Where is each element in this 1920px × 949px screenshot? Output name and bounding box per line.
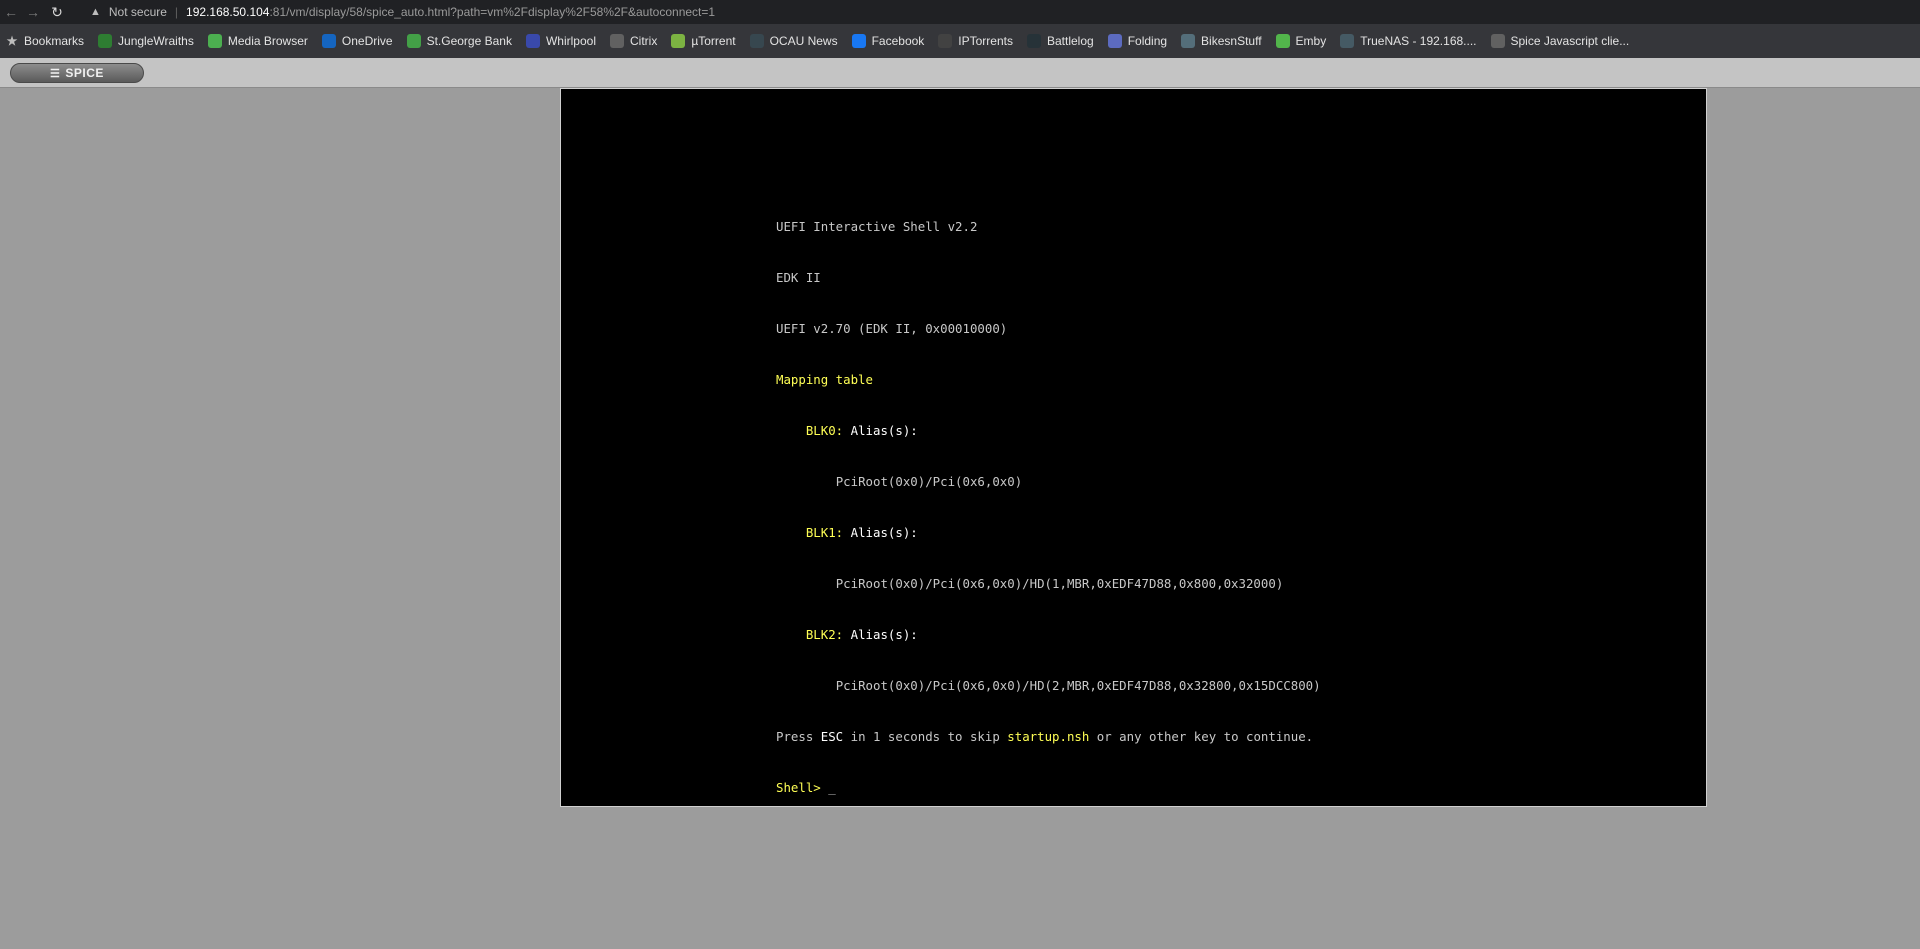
bookmark-item[interactable]: St.George Bank xyxy=(406,34,512,48)
jungle-icon xyxy=(98,34,113,48)
bookmark-item[interactable]: Whirlpool xyxy=(525,34,596,48)
bookmark-label: TrueNAS - 192.168.... xyxy=(1360,34,1477,48)
bookmark-label: Citrix xyxy=(629,34,658,48)
console-line: BLK2: Alias(s): xyxy=(805,627,918,642)
bookmark-label: OneDrive xyxy=(341,34,393,48)
bank-icon xyxy=(406,34,421,48)
spice-toolbar: ☰ SPICE xyxy=(0,58,1920,88)
console-line: PciRoot(0x0)/Pci(0x6,0x0)/HD(1,MBR,0xEDF… xyxy=(835,576,1284,591)
warning-icon: ▲ xyxy=(90,6,101,18)
cloud-icon xyxy=(321,34,336,48)
bookmark-item[interactable]: Spice Javascript clie... xyxy=(1490,34,1630,48)
forward-arrow-icon[interactable]: → xyxy=(22,1,44,23)
media-icon xyxy=(207,34,222,48)
globe-icon xyxy=(1490,34,1505,48)
vm-display[interactable]: UEFI Interactive Shell v2.2 EDK II UEFI … xyxy=(560,88,1707,807)
reload-icon[interactable]: ↻ xyxy=(46,1,68,23)
bookmark-item[interactable]: Media Browser xyxy=(207,34,308,48)
console-line: EDK II xyxy=(776,270,821,285)
ocau-icon xyxy=(749,34,764,48)
bookmark-label: OCAU News xyxy=(769,34,838,48)
folding-icon xyxy=(1107,34,1122,48)
bookmark-item[interactable]: JungleWraiths xyxy=(98,34,194,48)
bookmark-label: Bookmarks xyxy=(24,34,85,48)
bookmark-item[interactable]: Folding xyxy=(1107,34,1168,48)
bikes-icon xyxy=(1181,34,1196,48)
menu-icon: ☰ xyxy=(50,67,61,80)
console-line: Press ESC in 1 seconds to skip startup.n… xyxy=(776,729,1314,744)
address-bar-row: ← → ↻ ▲ Not secure | 192.168.50.104 :81/… xyxy=(0,0,1920,24)
text-cursor: _ xyxy=(828,780,836,795)
torrent-icon xyxy=(671,34,686,48)
url-separator: | xyxy=(174,5,179,19)
bookmark-item[interactable]: µTorrent xyxy=(671,34,736,48)
bookmark-label: Media Browser xyxy=(227,34,308,48)
citrix-icon xyxy=(609,34,624,48)
bookmark-label: Battlelog xyxy=(1046,34,1094,48)
truenas-icon xyxy=(1340,34,1355,48)
spice-button-label: SPICE xyxy=(65,66,104,80)
console-line: UEFI v2.70 (EDK II, 0x00010000) xyxy=(776,321,1008,336)
console-line: PciRoot(0x0)/Pci(0x6,0x0)/HD(2,MBR,0xEDF… xyxy=(835,678,1321,693)
bookmark-item[interactable]: ★ Bookmarks xyxy=(6,34,84,48)
bookmark-item[interactable]: TrueNAS - 192.168.... xyxy=(1340,34,1477,48)
bookmark-item[interactable]: BikesnStuff xyxy=(1181,34,1262,48)
console-line: PciRoot(0x0)/Pci(0x6,0x0) xyxy=(835,474,1023,489)
bookmark-item[interactable]: Emby xyxy=(1275,34,1327,48)
emby-icon xyxy=(1275,34,1290,48)
whirlpool-icon xyxy=(525,34,540,48)
back-arrow-icon[interactable]: ← xyxy=(0,1,22,23)
bookmark-label: JungleWraiths xyxy=(118,34,194,48)
console-line: BLK0: Alias(s): xyxy=(805,423,918,438)
url-path: :81/vm/display/58/spice_auto.html?path=v… xyxy=(269,5,716,19)
bookmark-label: µTorrent xyxy=(691,34,736,48)
console-line: UEFI Interactive Shell v2.2 xyxy=(776,219,978,234)
bookmark-label: Whirlpool xyxy=(545,34,596,48)
bookmark-label: Folding xyxy=(1127,34,1168,48)
bookmark-label: St.George Bank xyxy=(426,34,512,48)
bookmark-item[interactable]: Battlelog xyxy=(1026,34,1094,48)
console-line: BLK1: Alias(s): xyxy=(805,525,918,540)
battlelog-icon xyxy=(1026,34,1041,48)
not-secure-label: Not secure xyxy=(108,5,167,19)
facebook-icon xyxy=(851,34,866,48)
bookmark-label: Spice Javascript clie... xyxy=(1510,34,1630,48)
bookmark-item[interactable]: Citrix xyxy=(609,34,658,48)
bookmark-item[interactable]: IPTorrents xyxy=(938,34,1013,48)
bookmarks-bar: ★ Bookmarks JungleWraiths Media Browser OneD… xyxy=(0,24,1920,58)
spice-menu-button[interactable]: ☰ SPICE xyxy=(10,63,144,83)
ipt-icon xyxy=(938,34,953,48)
bookmark-label: BikesnStuff xyxy=(1201,34,1262,48)
url-bar[interactable]: ▲ Not secure | 192.168.50.104 :81/vm/dis… xyxy=(90,0,715,24)
uefi-console: UEFI Interactive Shell v2.2 EDK II UEFI … xyxy=(776,184,1321,830)
console-prompt-line: Shell> _ xyxy=(776,780,836,795)
bookmark-item[interactable]: OneDrive xyxy=(321,34,393,48)
star-icon: ★ xyxy=(6,34,18,48)
bookmark-label: Emby xyxy=(1295,34,1327,48)
bookmark-label: Facebook xyxy=(871,34,925,48)
url-host: 192.168.50.104 xyxy=(186,5,270,19)
bookmark-item[interactable]: OCAU News xyxy=(749,34,838,48)
console-line: Mapping table xyxy=(776,372,873,387)
bookmark-label: IPTorrents xyxy=(958,34,1013,48)
bookmark-item[interactable]: Facebook xyxy=(851,34,925,48)
